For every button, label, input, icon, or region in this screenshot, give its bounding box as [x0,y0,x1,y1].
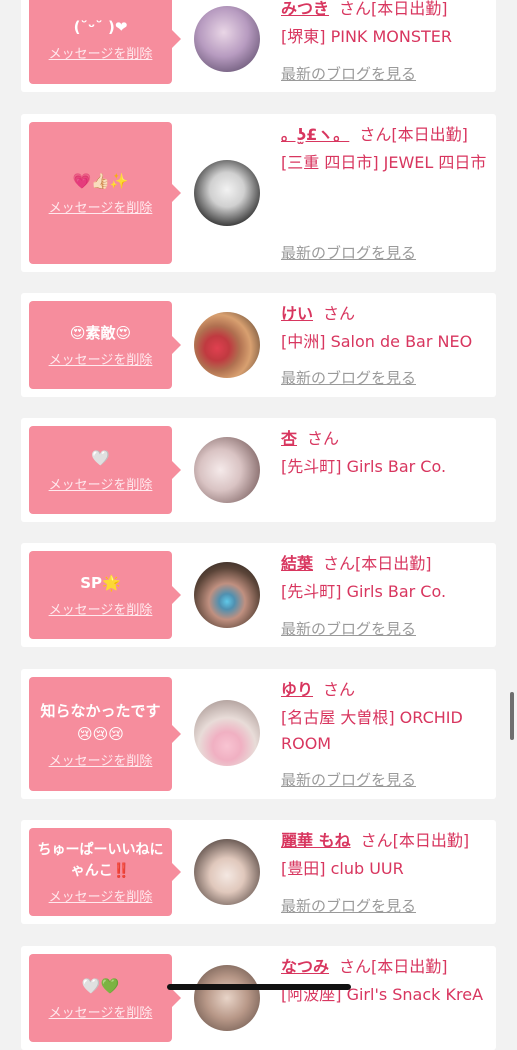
message-card: (˘ᵕ˘ )❤ メッセージを削除 みつき さん[本日出勤] [堺東] PINK M… [21,0,496,92]
message-card: SP🌟 メッセージを削除 結葉 さん[本日出勤] [先斗町] Girls Bar … [21,543,496,647]
cast-name-link[interactable]: なつみ [281,957,329,976]
avatar[interactable] [194,312,260,378]
latest-blog-link[interactable]: 最新のブログを見る [281,769,416,790]
delete-message-link[interactable]: メッセージを削除 [49,750,153,769]
shop-name: [先斗町] Girls Bar Co. [281,582,447,601]
shop-name: [先斗町] Girls Bar Co. [281,457,447,476]
delete-message-link[interactable]: メッセージを削除 [49,197,153,216]
home-indicator[interactable] [167,984,351,990]
delete-message-link[interactable]: メッセージを削除 [49,1002,153,1021]
attendance-status: [本日出勤] [371,0,448,18]
message-bubble: 🤍 メッセージを削除 [29,426,181,514]
delete-message-link[interactable]: メッセージを削除 [49,474,153,493]
avatar[interactable] [194,437,260,503]
message-text: 😍素敵😍 [69,324,132,342]
message-text: ちゅーぱーいいねにゃんこ‼️ [37,841,164,879]
latest-blog-link[interactable]: 最新のブログを見る [281,63,416,84]
cast-name-link[interactable]: ゆり [281,680,313,699]
message-bubble: ちゅーぱーいいねにゃんこ‼️ メッセージを削除 [29,828,181,916]
message-text: (˘ᵕ˘ )❤ [73,18,128,36]
message-bubble: SP🌟 メッセージを削除 [29,551,181,639]
shop-name: [中洲] Salon de Bar NEO [281,332,473,351]
message-card: 💗👍🏻✨ メッセージを削除 。ʖ̫£ヽ。 さん[本日出勤] [三重 四日市] JE… [21,114,496,272]
latest-blog-link[interactable]: 最新のブログを見る [281,367,416,388]
avatar[interactable] [194,700,260,766]
scrollbar-thumb[interactable] [510,692,514,740]
avatar[interactable] [194,6,260,72]
message-text: 🤍 [91,449,110,467]
message-card: ちゅーぱーいいねにゃんこ‼️ メッセージを削除 麗華 もね さん[本日出勤] [豊… [21,820,496,924]
message-text: 🤍💚 [81,977,120,995]
message-text: 💗👍🏻✨ [72,172,129,190]
honorific: さん [307,429,340,448]
message-text: 知らなかったです😢😢😢 [40,701,161,743]
honorific: さん [360,831,393,850]
shop-name: [堺東] PINK MONSTER [281,27,453,46]
cast-name-link[interactable]: 杏 [281,429,297,448]
attendance-status: [本日出勤] [355,554,432,573]
honorific: さん [359,125,392,144]
latest-blog-link[interactable]: 最新のブログを見る [281,895,416,916]
message-card: 😍素敵😍 メッセージを削除 けい さん [中洲] Salon de Bar NEO… [21,293,496,397]
message-bubble: 😍素敵😍 メッセージを削除 [29,301,181,389]
message-bubble: 🤍💚 メッセージを削除 [29,954,181,1042]
avatar[interactable] [194,965,260,1031]
delete-message-link[interactable]: メッセージを削除 [49,599,153,618]
attendance-status: [本日出勤] [371,957,448,976]
honorific: さん [323,680,356,699]
cast-name-link[interactable]: みつき [281,0,329,18]
honorific: さん [339,0,372,18]
honorific: さん [323,554,356,573]
cast-name-link[interactable]: けい [281,304,313,323]
avatar[interactable] [194,160,260,226]
message-bubble: (˘ᵕ˘ )❤ メッセージを削除 [29,0,181,84]
honorific: さん [323,304,356,323]
delete-message-link[interactable]: メッセージを削除 [49,349,153,368]
cast-name-link[interactable]: 麗華 もね [281,831,351,850]
latest-blog-link[interactable]: 最新のブログを見る [281,618,416,639]
attendance-status: [本日出勤] [392,831,470,850]
shop-name: [三重 四日市] JEWEL 四日市 [281,153,487,172]
message-bubble: 💗👍🏻✨ メッセージを削除 [29,122,181,264]
avatar[interactable] [194,562,260,628]
cast-name-link[interactable]: 。ʖ̫£ヽ。 [281,125,349,144]
delete-message-link[interactable]: メッセージを削除 [49,43,153,62]
latest-blog-link[interactable]: 最新のブログを見る [281,242,416,263]
avatar[interactable] [194,839,260,905]
delete-message-link[interactable]: メッセージを削除 [49,886,153,905]
shop-name: [豊田] club UUR [281,859,404,878]
message-card: 知らなかったです😢😢😢 メッセージを削除 ゆり さん [名古屋 大曽根] ORCH… [21,669,496,799]
message-bubble: 知らなかったです😢😢😢 メッセージを削除 [29,677,181,791]
message-card: 🤍💚 メッセージを削除 なつみ さん[本日出勤] [阿波座] Girl's Sna… [21,946,496,1050]
cast-name-link[interactable]: 結葉 [281,554,313,573]
attendance-status: [本日出勤] [391,125,468,144]
message-text: SP🌟 [80,574,121,592]
honorific: さん [339,957,372,976]
message-card: 🤍 メッセージを削除 杏さん [先斗町] Girls Bar Co. [21,418,496,522]
shop-name: [名古屋 大曽根] ORCHID ROOM [281,708,463,753]
